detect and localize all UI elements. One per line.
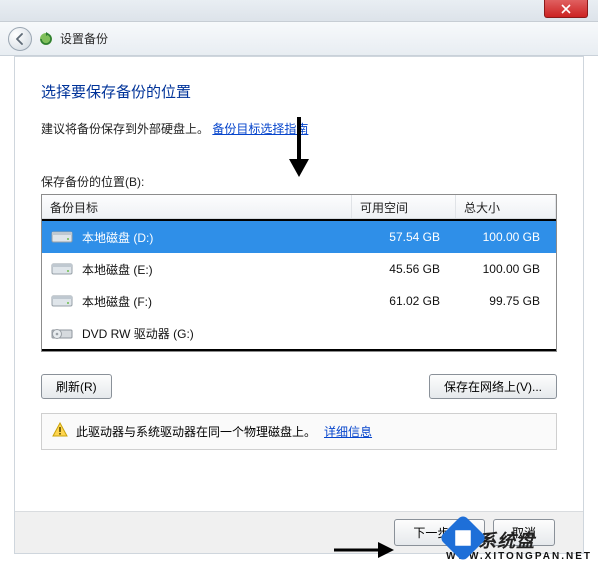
- drive-total: 99.75 GB: [456, 294, 548, 308]
- watermark: 系统盘 WWW.XITONGPAN.NET: [446, 513, 592, 562]
- watermark-brand: 系统盘: [478, 531, 535, 551]
- drive-free: 45.56 GB: [360, 262, 456, 276]
- hdd-icon: [50, 229, 74, 245]
- page-title: 选择要保存备份的位置: [41, 81, 557, 102]
- backup-center-icon: [38, 31, 54, 47]
- col-free[interactable]: 可用空间: [352, 195, 456, 218]
- close-button[interactable]: [544, 0, 588, 18]
- content-area: 选择要保存备份的位置 建议将备份保存到外部硬盘上。 备份目标选择指南 保存备份的…: [14, 56, 584, 554]
- window-title: 设置备份: [60, 30, 108, 47]
- drive-total: 100.00 GB: [456, 262, 548, 276]
- table-row[interactable]: 本地磁盘 (E:)45.56 GB100.00 GB: [42, 253, 556, 285]
- warning-box: 此驱动器与系统驱动器在同一个物理磁盘上。 详细信息: [41, 413, 557, 450]
- warning-details-link[interactable]: 详细信息: [324, 423, 372, 440]
- drive-table: 备份目标 可用空间 总大小 本地磁盘 (D:)57.54 GB100.00 GB…: [41, 194, 557, 352]
- table-row[interactable]: 本地磁盘 (F:)61.02 GB99.75 GB: [42, 285, 556, 317]
- drive-name: 本地磁盘 (E:): [82, 261, 360, 278]
- backup-wizard-window: 设置备份 选择要保存备份的位置 建议将备份保存到外部硬盘上。 备份目标选择指南 …: [0, 0, 598, 568]
- drive-total: 100.00 GB: [456, 230, 548, 244]
- col-target[interactable]: 备份目标: [42, 195, 352, 218]
- drive-name: 本地磁盘 (D:): [82, 229, 360, 246]
- titlebar: [0, 0, 598, 22]
- warning-text: 此驱动器与系统驱动器在同一个物理磁盘上。: [76, 423, 316, 440]
- back-button[interactable]: [8, 27, 32, 51]
- hdd-icon: [50, 261, 74, 277]
- save-network-button[interactable]: 保存在网络上(V)...: [429, 374, 557, 399]
- drive-name: 本地磁盘 (F:): [82, 293, 360, 310]
- table-row[interactable]: 本地磁盘 (D:)57.54 GB100.00 GB: [42, 221, 556, 253]
- hdd-icon: [50, 293, 74, 309]
- button-row: 刷新(R) 保存在网络上(V)...: [41, 374, 557, 399]
- warning-icon: [52, 422, 68, 441]
- drive-free: 61.02 GB: [360, 294, 456, 308]
- annotation-arrow-1: [287, 117, 311, 177]
- table-body: 本地磁盘 (D:)57.54 GB100.00 GB本地磁盘 (E:)45.56…: [42, 219, 556, 351]
- table-header: 备份目标 可用空间 总大小: [42, 195, 556, 219]
- arrow-left-icon: [14, 33, 26, 45]
- close-icon: [561, 4, 571, 14]
- drive-free: 57.54 GB: [360, 230, 456, 244]
- col-total[interactable]: 总大小: [456, 195, 556, 218]
- toolbar: 设置备份: [0, 22, 598, 56]
- drive-name: DVD RW 驱动器 (G:): [82, 325, 360, 342]
- dvd-drive-icon: [50, 325, 74, 341]
- table-row[interactable]: DVD RW 驱动器 (G:): [42, 317, 556, 349]
- subtitle-text: 建议将备份保存到外部硬盘上。: [41, 122, 209, 136]
- refresh-button[interactable]: 刷新(R): [41, 374, 112, 399]
- annotation-arrow-2: [334, 541, 394, 559]
